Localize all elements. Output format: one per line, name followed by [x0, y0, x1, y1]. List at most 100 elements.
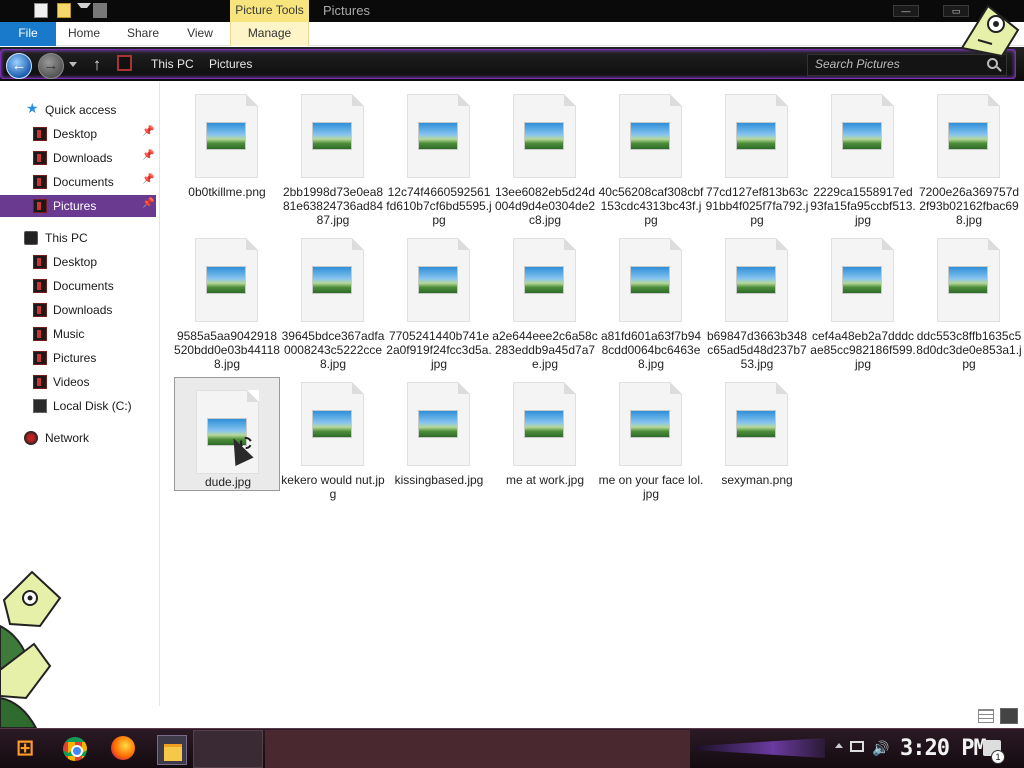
file-item-selected[interactable]: dude.jpg — [174, 377, 280, 491]
pictures-icon — [33, 351, 47, 365]
image-thumbnail — [524, 122, 564, 150]
file-item[interactable]: 7200e26a369757d2f93b02162fbac698.jpg — [916, 82, 1022, 227]
details-view-button[interactable] — [978, 709, 994, 723]
file-item[interactable]: 2229ca1558917ed93fa15fa95ccbf513.jpg — [810, 82, 916, 227]
sidebar-item-label: Downloads — [53, 151, 113, 165]
tab-manage[interactable]: Manage — [230, 22, 309, 46]
sidebar-item-documents[interactable]: Documents 📌 — [0, 171, 156, 193]
file-item[interactable]: 7705241440b741e2a0f919f24fcc3d5a.jpg — [386, 226, 492, 371]
file-item[interactable]: me at work.jpg — [492, 370, 598, 510]
network-tray-icon[interactable] — [850, 741, 864, 752]
firefox-icon[interactable] — [111, 736, 135, 760]
file-item[interactable]: a2e644eee2c6a58c283eddb9a45d7a7e.jpg — [492, 226, 598, 371]
taskbar-clock[interactable]: 3:20 PM — [900, 736, 987, 761]
sidebar-item-label: Network — [45, 431, 90, 445]
image-thumbnail — [206, 266, 246, 294]
file-name: 0b0tkillme.png — [188, 185, 266, 199]
tab-file[interactable]: File — [0, 22, 56, 46]
image-thumbnail — [418, 122, 458, 150]
computer-icon — [24, 231, 38, 245]
taskbar-slot[interactable] — [193, 730, 263, 768]
sidebar-item-label: Videos — [53, 375, 90, 389]
search-placeholder[interactable]: Search Pictures — [815, 57, 900, 71]
file-item[interactable]: 2bb1998d73e0ea881e63824736ad8487.jpg — [280, 82, 386, 227]
file-name: ddc553c8ffb1635c58d0dc3de0e853a1.jpg — [916, 329, 1022, 371]
file-item[interactable]: 77cd127ef813b63c91bb4f025f7fa792.jpg — [704, 82, 810, 227]
file-item[interactable]: a81fd601a63f7b948cdd0064bc6463e8.jpg — [598, 226, 704, 371]
start-button[interactable]: ⊞ — [10, 733, 40, 763]
file-name: b69847d3663b348c65ad5d48d237b753.jpg — [706, 329, 808, 371]
file-item[interactable]: 13ee6082eb5d24d004d9d4e0304de2c8.jpg — [492, 82, 598, 227]
notification-badge: 1 — [991, 750, 1005, 764]
tab-home[interactable]: Home — [60, 22, 108, 46]
sidebar-item-local-disk[interactable]: Local Disk (C:) — [0, 395, 156, 417]
sidebar-item-label: Local Disk (C:) — [53, 399, 132, 413]
sidebar-item-desktop[interactable]: Desktop 📌 — [0, 123, 156, 145]
pin-icon: 📌 — [142, 150, 155, 161]
volume-icon[interactable]: 🔊 — [872, 740, 889, 757]
sidebar-item-label: Documents — [53, 175, 114, 189]
file-item[interactable]: cef4a48eb2a7dddcae85cc982186f599.jpg — [810, 226, 916, 371]
file-name: dude.jpg — [204, 475, 252, 489]
chrome-icon[interactable] — [63, 737, 87, 761]
videos-icon — [33, 375, 47, 389]
sidebar-item-quick-access[interactable]: ★ Quick access — [0, 99, 156, 121]
sidebar-item-network[interactable]: Network — [0, 427, 156, 449]
image-thumbnail — [736, 266, 776, 294]
file-item[interactable]: ddc553c8ffb1635c58d0dc3de0e853a1.jpg — [916, 226, 1022, 371]
taskbar-slot[interactable] — [265, 730, 690, 768]
file-item[interactable]: 9585a5aa9042918520bdd0e03b441188.jpg — [174, 226, 280, 371]
sidebar-item-this-pc[interactable]: This PC — [0, 227, 156, 249]
status-bar — [0, 706, 1024, 728]
recent-locations-icon[interactable] — [69, 62, 77, 67]
breadcrumb-pictures[interactable]: Pictures — [209, 57, 252, 71]
file-name: me on your face lol.jpg — [598, 473, 704, 501]
image-thumbnail — [842, 122, 882, 150]
file-name: 13ee6082eb5d24d004d9d4e0304de2c8.jpg — [494, 185, 596, 227]
properties-icon[interactable] — [34, 3, 48, 18]
up-button[interactable]: ↑ — [88, 55, 106, 75]
file-item[interactable]: 0b0tkillme.png — [174, 82, 280, 222]
file-item[interactable]: 12c74f4660592561fd610b7cf6bd5595.jpg — [386, 82, 492, 227]
sidebar-item-pc-desktop[interactable]: Desktop — [0, 251, 156, 273]
sidebar-item-label: Quick access — [45, 103, 117, 117]
file-item[interactable]: 40c56208caf308cbf153cdc4313bc43f.jpg — [598, 82, 704, 227]
file-name: 77cd127ef813b63c91bb4f025f7fa792.jpg — [705, 185, 809, 227]
show-hidden-icons-icon[interactable] — [835, 743, 843, 748]
tab-share[interactable]: Share — [120, 22, 166, 46]
back-button[interactable]: ← — [6, 53, 32, 79]
breadcrumb-this-pc[interactable]: This PC — [151, 57, 194, 71]
sidebar-item-pc-music[interactable]: Music — [0, 323, 156, 345]
sidebar-item-downloads[interactable]: Downloads 📌 — [0, 147, 156, 169]
sidebar-item-pc-downloads[interactable]: Downloads — [0, 299, 156, 321]
sidebar-item-label: Documents — [53, 279, 114, 293]
image-thumbnail — [418, 266, 458, 294]
network-icon — [24, 431, 38, 445]
file-name: 7705241440b741e2a0f919f24fcc3d5a.jpg — [386, 329, 492, 371]
pin-icon: 📌 — [142, 174, 155, 185]
sidebar-item-pc-documents[interactable]: Documents — [0, 275, 156, 297]
new-folder-icon[interactable] — [57, 3, 71, 18]
customize-quick-access-icon[interactable] — [77, 3, 91, 18]
file-item[interactable]: sexyman.png — [704, 370, 810, 510]
image-thumbnail — [418, 410, 458, 438]
file-name: a81fd601a63f7b948cdd0064bc6463e8.jpg — [600, 329, 702, 371]
file-item[interactable]: b69847d3663b348c65ad5d48d237b753.jpg — [704, 226, 810, 371]
image-thumbnail — [524, 410, 564, 438]
tab-view[interactable]: View — [178, 22, 222, 46]
forward-button[interactable]: → — [38, 53, 64, 79]
downloads-icon — [33, 151, 47, 165]
file-item[interactable]: 39645bdce367adfa0008243c5222cce8.jpg — [280, 226, 386, 371]
file-item[interactable]: kekero would nut.jpg — [280, 370, 386, 510]
file-item[interactable]: kissingbased.jpg — [386, 370, 492, 510]
large-icons-view-button[interactable] — [1000, 708, 1018, 724]
file-item[interactable]: me on your face lol.jpg — [598, 370, 704, 510]
music-icon — [33, 327, 47, 341]
sidebar-item-pictures[interactable]: Pictures 📌 — [0, 195, 156, 217]
sidebar-item-pc-pictures[interactable]: Pictures — [0, 347, 156, 369]
file-explorer-icon[interactable] — [157, 735, 187, 765]
image-thumbnail — [312, 266, 352, 294]
sidebar-item-label: Desktop — [53, 255, 98, 269]
sidebar-item-pc-videos[interactable]: Videos — [0, 371, 156, 393]
minimize-button[interactable]: — — [893, 5, 919, 17]
